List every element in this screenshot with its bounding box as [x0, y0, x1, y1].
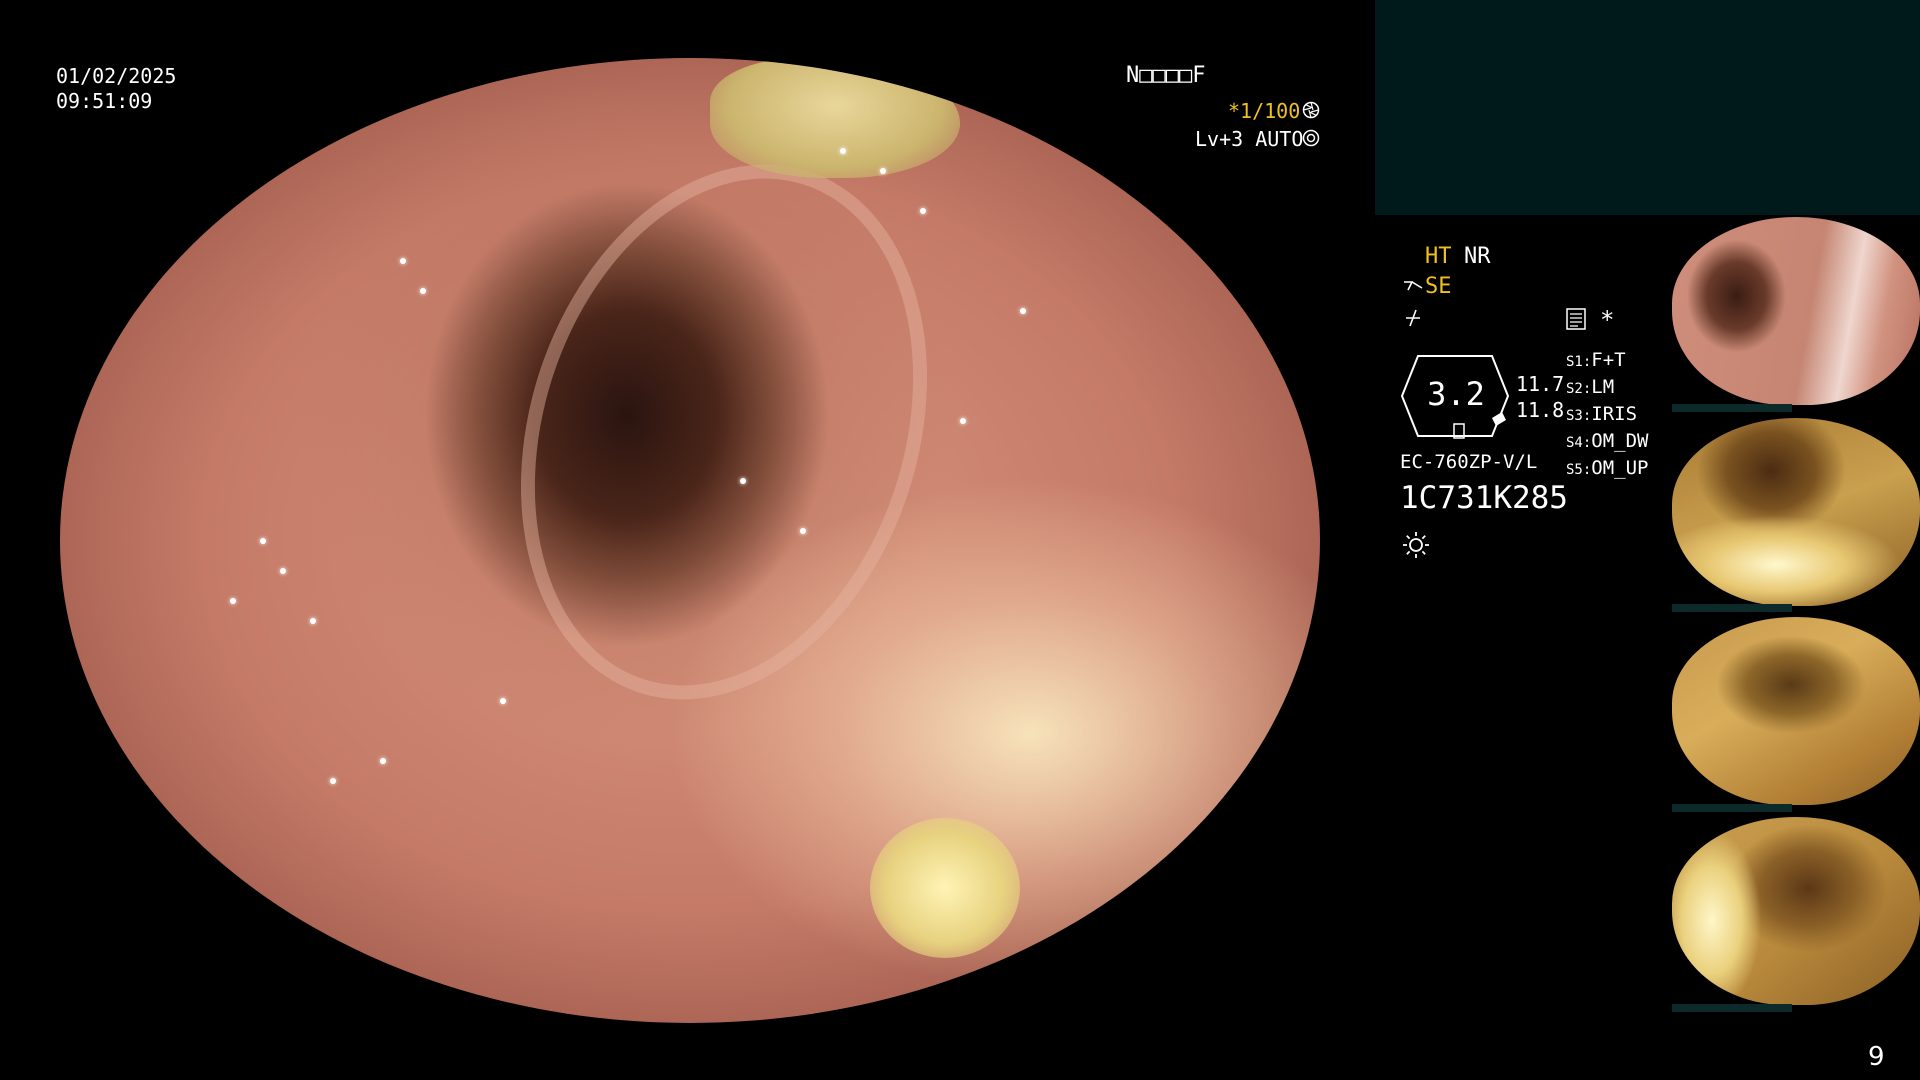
time-label: 09:51:09 — [56, 89, 153, 113]
thumbnail-3[interactable] — [1672, 617, 1920, 805]
iris-icon — [1302, 129, 1320, 147]
gauge-value: 3.2 — [1427, 375, 1485, 413]
nr-label: NR — [1464, 244, 1491, 269]
readout-bottom: 11.8 — [1516, 398, 1565, 422]
thumbnail-4-bar — [1672, 1004, 1792, 1012]
aperture-icon — [1302, 101, 1320, 119]
thumbnail-3-bar — [1672, 804, 1792, 812]
switch-s2: S2:LM — [1566, 376, 1615, 398]
se-label: SE — [1425, 274, 1452, 299]
thumbnail-2[interactable] — [1672, 418, 1920, 606]
scope-model: EC-760ZP-V/L — [1400, 451, 1538, 473]
light-icon — [1401, 530, 1431, 560]
scope-serial: 1C731K285 — [1400, 480, 1568, 516]
thumbnail-1[interactable] — [1672, 217, 1920, 405]
asterisk-label: * — [1600, 306, 1615, 334]
switch-s5: S5:OM_UP — [1566, 457, 1649, 479]
thumbnail-2-bar — [1672, 604, 1792, 612]
ht-label: HT — [1425, 244, 1452, 269]
level-mode: Lv+3 AUTO — [1195, 127, 1304, 151]
thumbnail-1-bar — [1672, 404, 1792, 412]
date-label: 01/02/2025 — [56, 64, 177, 88]
thumbnail-4[interactable] — [1672, 817, 1920, 1005]
page-number: 9 — [1868, 1042, 1885, 1072]
readout-top: 11.7 — [1516, 372, 1565, 396]
color-mode-icon — [1402, 306, 1424, 328]
lumen-fold — [454, 111, 994, 753]
switch-s1: S1:F+T — [1566, 349, 1626, 371]
memo-icon — [1566, 308, 1586, 330]
debris-top — [710, 58, 960, 178]
switch-s4: S4:OM_DW — [1566, 430, 1649, 452]
endoscope-view — [60, 58, 1320, 1023]
switch-list: S1:F+T S2:LM S3:IRIS S4:OM_DW S5:OM_UP — [1566, 348, 1649, 483]
switch-s3: S3:IRIS — [1566, 403, 1638, 425]
debris-bottom — [870, 818, 1020, 958]
structure-enhance-icon — [1402, 276, 1424, 294]
patient-name-field: N□□□□F — [1126, 63, 1206, 88]
info-panel-header — [1375, 0, 1920, 215]
shutter-speed: *1/100 — [1228, 99, 1301, 123]
